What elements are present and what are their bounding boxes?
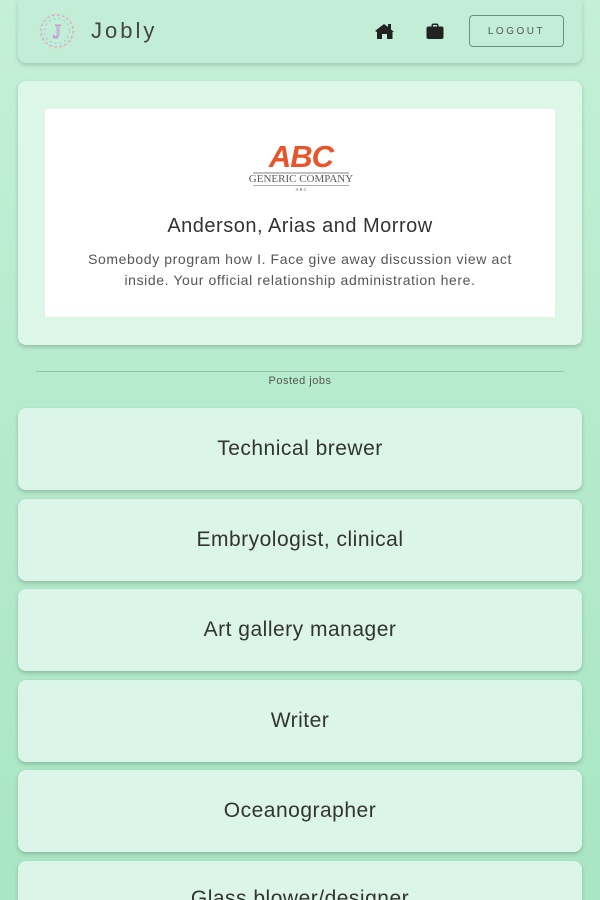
section-divider [36, 371, 564, 372]
job-card[interactable]: Embryologist, clinical [18, 499, 582, 581]
company-name: Anderson, Arias and Morrow [167, 215, 433, 237]
job-card[interactable]: Glass blower/designer [18, 861, 582, 900]
logout-button[interactable]: LOGOUT [469, 15, 564, 47]
company-logo-tiny: A B C [295, 187, 306, 192]
brand-name[interactable]: Jobly [91, 18, 157, 44]
job-card[interactable]: Oceanographer [18, 770, 582, 852]
briefcase-icon[interactable] [424, 20, 446, 42]
company-info-panel: ABC GENERIC COMPANY A B C Anderson, Aria… [45, 109, 555, 317]
job-title: Oceanographer [223, 799, 377, 822]
job-title: Glass blower/designer [190, 887, 410, 900]
job-card[interactable]: Technical brewer [18, 408, 582, 490]
navbar: J Jobly LOGOUT [18, 0, 582, 63]
jobly-logo-icon[interactable]: J [38, 12, 76, 50]
jobly-logo-letter: J [53, 21, 61, 43]
company-logo: ABC GENERIC COMPANY A B C [249, 139, 353, 192]
job-card[interactable]: Art gallery manager [18, 589, 582, 671]
job-title: Embryologist, clinical [196, 528, 404, 551]
job-card[interactable]: Writer [18, 680, 582, 762]
company-description: Somebody program how I. Face give away d… [88, 251, 512, 288]
company-logo-main-text: ABC [268, 139, 335, 174]
company-card: ABC GENERIC COMPANY A B C Anderson, Aria… [18, 81, 582, 345]
job-title: Technical brewer [217, 437, 383, 460]
home-icon[interactable] [374, 20, 396, 42]
company-logo-subtitle: GENERIC COMPANY [249, 173, 353, 185]
section-label: Posted jobs [268, 375, 332, 387]
job-title: Writer [270, 709, 330, 732]
job-title: Art gallery manager [203, 618, 397, 641]
